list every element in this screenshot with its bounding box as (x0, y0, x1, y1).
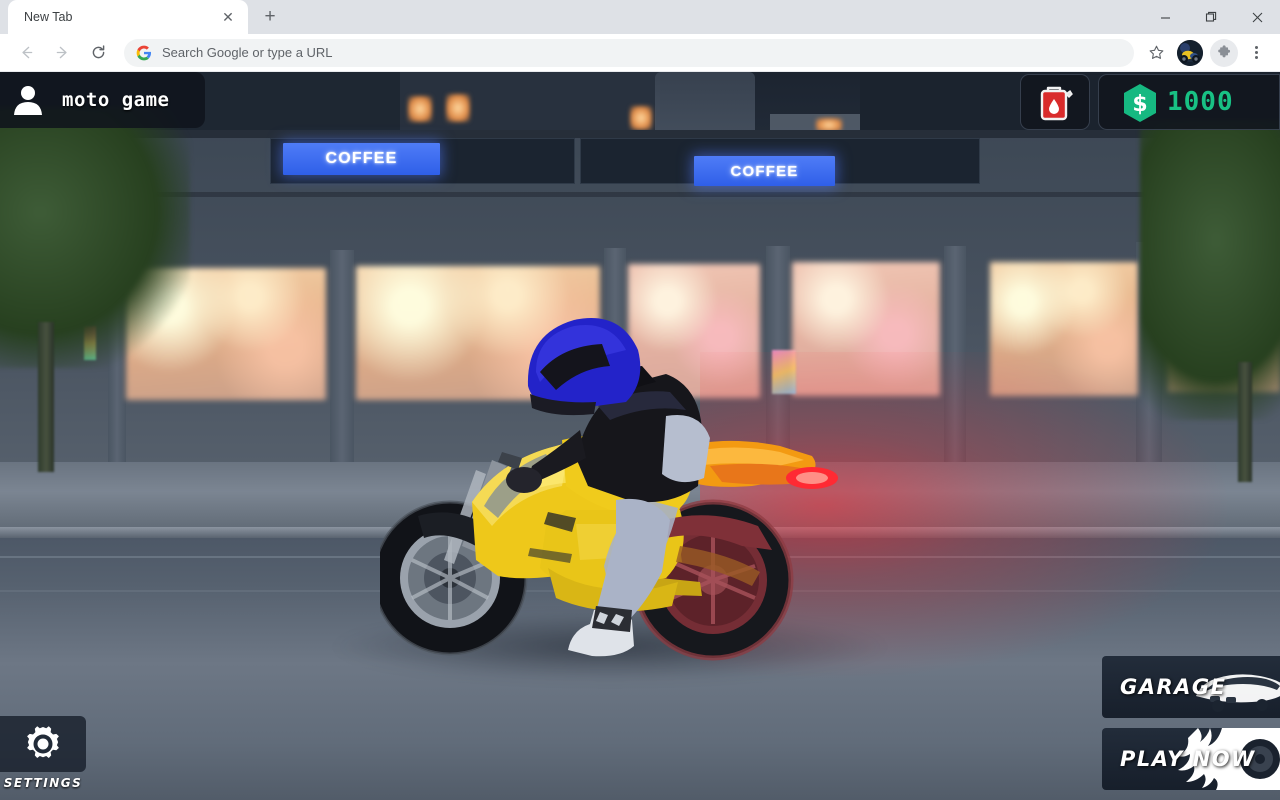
player-panel: moto game (0, 72, 205, 128)
maximize-icon[interactable] (1188, 0, 1234, 34)
person-icon (8, 80, 48, 120)
forward-arrow-icon[interactable] (47, 38, 77, 68)
coffee-sign-text: COFFEE (325, 150, 398, 167)
tree-trunk-right (1238, 362, 1252, 482)
tab-strip: New Tab ✕ + (0, 0, 1280, 34)
shop-window (990, 262, 1138, 396)
coffee-sign: COFFEE (283, 143, 440, 175)
coffee-sign: COFFEE (694, 156, 835, 186)
settings-label: SETTINGS (3, 776, 83, 790)
tree-right (1140, 120, 1280, 420)
coin-value: 1000 (1167, 87, 1234, 117)
toolbar-right-actions (1140, 38, 1272, 67)
lit-window (408, 96, 432, 122)
avatar-icon[interactable] (1177, 39, 1203, 66)
rider-hip (662, 414, 710, 483)
gear-icon (27, 726, 59, 758)
window-controls (1142, 0, 1280, 34)
player-motorcycle (380, 318, 838, 661)
three-dot-menu-icon[interactable] (1242, 39, 1270, 67)
dollar-coin-icon: $ (1124, 84, 1156, 122)
player-name: moto game (62, 89, 170, 111)
game-viewport: COFFEE COFFEE moto game $ 1000 SETTINGS … (0, 72, 1280, 800)
play-now-label: PLAY NOW (1120, 747, 1256, 771)
google-g-icon (136, 45, 152, 60)
coffee-sign-text: COFFEE (730, 162, 799, 180)
fuel-can-icon (1040, 86, 1073, 121)
play-now-button[interactable]: PLAY NOW (1102, 728, 1280, 790)
rider-helmet (527, 318, 641, 416)
tree-trunk-left (38, 322, 54, 472)
garage-button[interactable]: GARAGE (1102, 656, 1280, 718)
lit-window (446, 94, 470, 122)
settings-button[interactable]: SETTINGS (0, 716, 86, 790)
settings-icon-box[interactable] (0, 716, 86, 772)
close-icon[interactable] (1234, 0, 1280, 34)
tab-title: New Tab (24, 10, 73, 24)
plus-icon[interactable]: + (256, 3, 284, 31)
minimize-icon[interactable] (1142, 0, 1188, 34)
main-menu-buttons: GARAGE PLAY NOW (1102, 656, 1280, 790)
browser-window: New Tab ✕ + Search Google or type a URL … (0, 0, 1280, 800)
close-icon[interactable]: ✕ (218, 7, 238, 27)
coin-counter[interactable]: $ 1000 (1098, 74, 1280, 130)
browser-tab[interactable]: New Tab ✕ (8, 0, 248, 34)
search-input[interactable]: Search Google or type a URL (124, 38, 1134, 67)
puzzle-piece-icon[interactable] (1210, 38, 1238, 67)
star-icon[interactable] (1142, 39, 1170, 67)
lit-window (630, 106, 652, 130)
tree-left (0, 108, 190, 368)
reload-icon[interactable] (83, 38, 113, 68)
garage-label: GARAGE (1120, 675, 1227, 699)
rider-glove (506, 467, 542, 493)
browser-toolbar: Search Google or type a URL (0, 34, 1280, 72)
omnibox-placeholder: Search Google or type a URL (162, 45, 333, 60)
fuel-indicator[interactable] (1020, 74, 1090, 130)
svg-text:$: $ (1132, 92, 1147, 117)
back-arrow-icon[interactable] (11, 38, 41, 68)
